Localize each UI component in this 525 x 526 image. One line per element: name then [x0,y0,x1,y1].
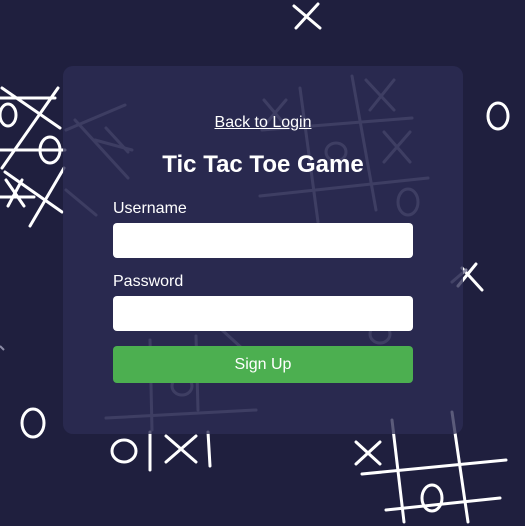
username-input[interactable] [113,223,413,258]
back-to-login-link[interactable]: Back to Login [63,114,463,132]
password-label: Password [113,273,184,290]
password-input[interactable] [113,296,413,331]
page-title: Tic Tac Toe Game [162,151,364,178]
signup-card: Back to Login Tic Tac Toe Game Username … [63,66,463,434]
username-label: Username [113,200,187,217]
sign-up-button[interactable]: Sign Up [113,346,413,383]
signup-page: Back to Login Tic Tac Toe Game Username … [0,0,525,526]
